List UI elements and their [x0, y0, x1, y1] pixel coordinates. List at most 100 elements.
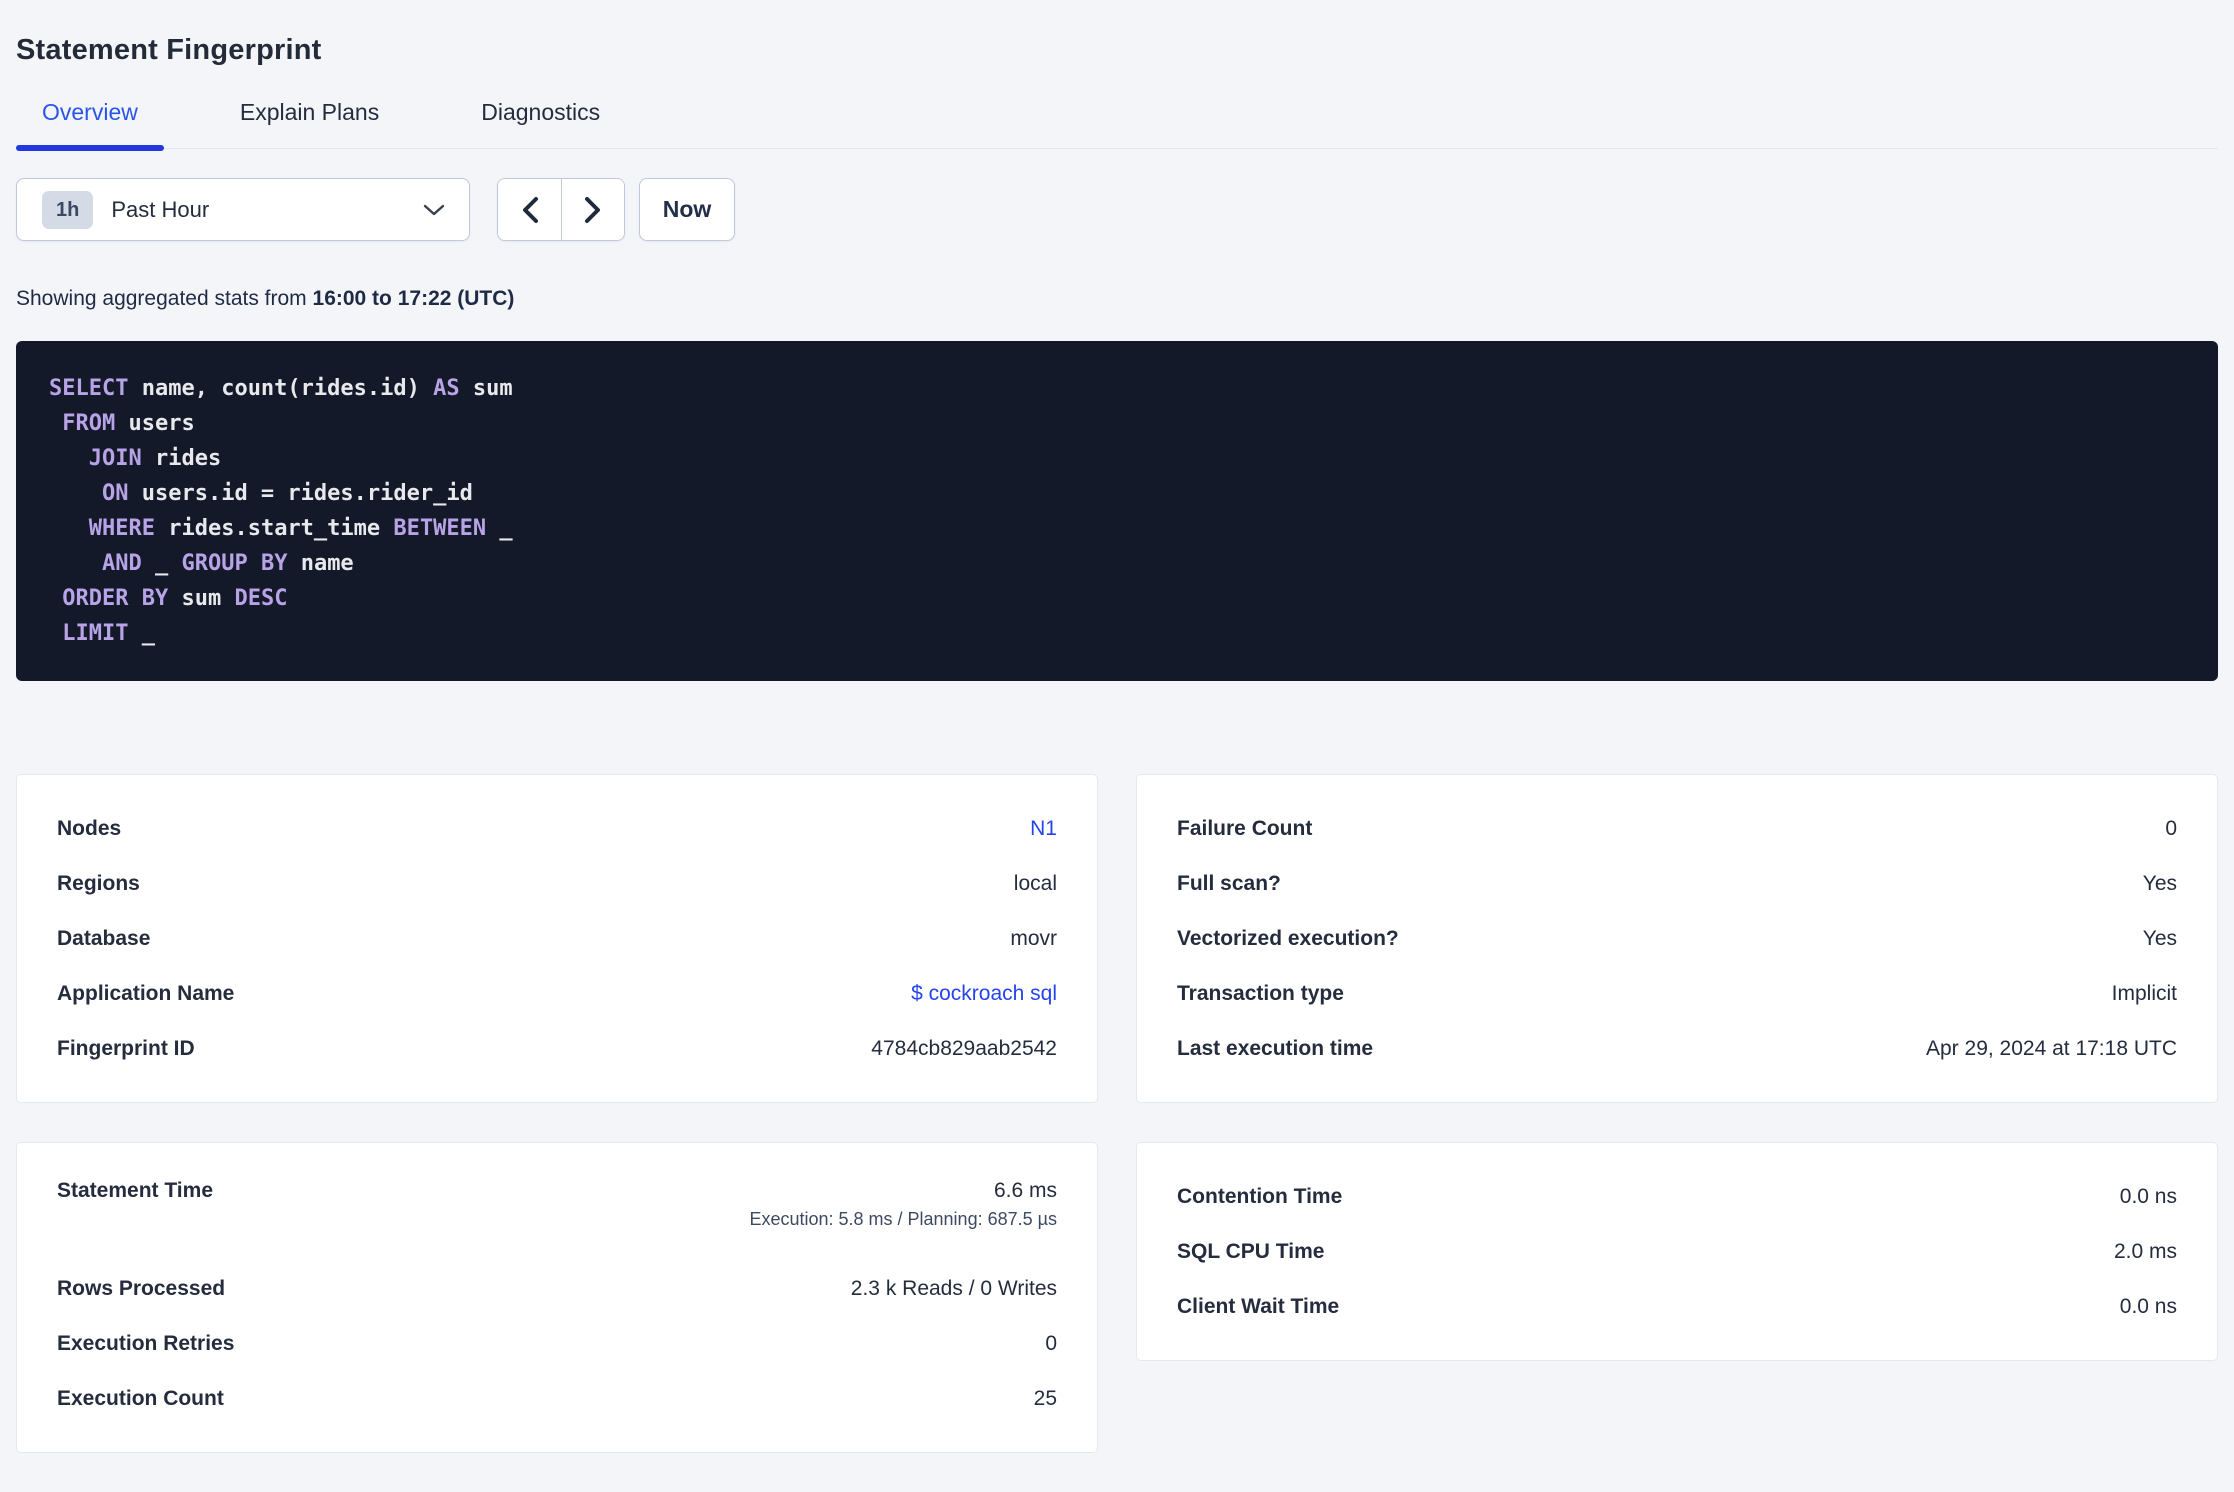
info-row: Regions local: [57, 856, 1057, 911]
row-label: Database: [57, 926, 151, 950]
statement-times-card: Statement Time 6.6 ms Execution: 5.8 ms / …: [16, 1142, 1098, 1453]
row-value-wrap: $ cockroach sql: [911, 982, 1057, 1006]
row-value-wrap: 0.0 ns: [2120, 1295, 2177, 1319]
subtitle-prefix: Showing aggregated stats from: [16, 287, 307, 310]
row-label: Application Name: [57, 981, 235, 1005]
row-value: 4784cb829aab2542: [871, 1036, 1057, 1060]
info-row: Statement Time 6.6 ms Execution: 5.8 ms / …: [57, 1169, 1057, 1261]
row-value-wrap: 2.0 ms: [2114, 1240, 2177, 1264]
row-value-wrap: Apr 29, 2024 at 17:18 UTC: [1926, 1037, 2177, 1061]
row-label: Full scan?: [1177, 871, 1281, 895]
time-range-badge: 1h: [42, 190, 94, 229]
previous-time-button[interactable]: [498, 179, 561, 240]
page-title: Statement Fingerprint: [16, 34, 322, 66]
row-value: 0.0 ns: [2119, 1294, 2177, 1318]
info-row: Application Name $ cockroach sql: [57, 966, 1057, 1021]
chevron-right-icon: [584, 196, 602, 224]
info-row: Fingerprint ID 4784cb829aab2542: [57, 1021, 1057, 1076]
tab-diagnostics[interactable]: Diagnostics: [455, 99, 626, 148]
now-button[interactable]: Now: [639, 178, 735, 241]
info-row: Rows Processed 2.3 k Reads / 0 Writes: [57, 1261, 1057, 1316]
row-value: local: [1013, 871, 1057, 895]
row-value: 0.0 ns: [2119, 1184, 2177, 1208]
next-time-button[interactable]: [561, 179, 624, 240]
row-value: Implicit: [2111, 981, 2177, 1005]
row-value: 2.0 ms: [2113, 1239, 2177, 1263]
sql-line: FROM users: [62, 411, 195, 436]
row-label: Statement Time: [57, 1179, 213, 1202]
row-label: Regions: [57, 871, 140, 895]
row-value-wrap: 0.0 ns: [2120, 1185, 2177, 1209]
sql-line: SELECT name, count(rides.id) AS sum: [49, 376, 513, 401]
info-row: Execution Retries 0: [57, 1316, 1057, 1371]
row-value: 25: [1033, 1386, 1057, 1410]
row-value: Yes: [2142, 926, 2177, 950]
row-value-link[interactable]: N1: [1030, 817, 1057, 841]
time-range-label: Past Hour: [111, 196, 210, 222]
sql-line: LIMIT _: [62, 621, 155, 646]
row-value-wrap: 0: [1045, 1332, 1057, 1356]
sql-code: SELECT name, count(rides.id) AS sum FROM…: [49, 371, 2185, 651]
info-row: Last execution time Apr 29, 2024 at 17:18…: [1177, 1021, 2177, 1076]
row-value-wrap: Yes: [2143, 927, 2177, 951]
row-label: Fingerprint ID: [57, 1036, 195, 1060]
row-value: 0: [2165, 816, 2177, 840]
row-value-wrap: movr: [1010, 927, 1057, 951]
row-value-link[interactable]: $ cockroach sql: [911, 982, 1057, 1006]
tab-overview[interactable]: Overview: [16, 99, 164, 151]
sql-line: JOIN rides: [88, 446, 222, 471]
row-label: Execution Count: [57, 1386, 224, 1410]
sql-line: ORDER BY sum DESC: [62, 586, 288, 611]
statement-details-card: Nodes N1 Regions local Database movr Applicati…: [16, 774, 1098, 1103]
row-label: Last execution time: [1177, 1036, 1374, 1060]
chevron-down-icon: [423, 203, 445, 217]
info-row: Contention Time 0.0 ns: [1177, 1169, 2177, 1224]
row-label: Execution Retries: [57, 1331, 235, 1355]
row-label: SQL CPU Time: [1177, 1239, 1325, 1263]
time-controls: 1h Past Hour Now: [16, 178, 2218, 241]
info-row: Database movr: [57, 911, 1057, 966]
row-label: Contention Time: [1177, 1184, 1343, 1208]
info-row: Execution Count 25: [57, 1371, 1057, 1426]
row-value: Yes: [2142, 871, 2177, 895]
row-value: 0: [1045, 1331, 1057, 1355]
info-row: Full scan? Yes: [1177, 856, 2177, 911]
info-row: Nodes N1: [57, 801, 1057, 856]
row-value-wrap: Implicit: [2112, 982, 2177, 1006]
sql-line: ON users.id = rides.rider_id: [101, 481, 473, 506]
row-subvalue: Execution: 5.8 ms / Planning: 687.5 µs: [749, 1209, 1057, 1229]
sql-line: WHERE rides.start_time BETWEEN _: [88, 516, 513, 541]
row-value-wrap: 6.6 ms Execution: 5.8 ms / Planning: 687.…: [749, 1179, 1057, 1230]
row-value-wrap: 2.3 k Reads / 0 Writes: [851, 1277, 1057, 1301]
row-value: 6.6 ms: [993, 1179, 1057, 1202]
info-row: Transaction type Implicit: [1177, 966, 2177, 1021]
row-value-wrap: 0: [2165, 817, 2177, 841]
info-row: Vectorized execution? Yes: [1177, 911, 2177, 966]
row-value-wrap: local: [1014, 872, 1057, 896]
time-step-buttons: [497, 178, 625, 241]
row-value-wrap: N1: [1030, 817, 1057, 841]
chevron-left-icon: [521, 196, 539, 224]
row-label: Nodes: [57, 816, 122, 840]
row-label: Rows Processed: [57, 1276, 226, 1300]
row-value: 2.3 k Reads / 0 Writes: [850, 1276, 1057, 1300]
sql-line: AND _ GROUP BY name: [101, 551, 354, 576]
row-value-wrap: Yes: [2143, 872, 2177, 896]
row-label: Client Wait Time: [1177, 1294, 1340, 1318]
subtitle-time-range: 16:00 to 17:22 (UTC): [312, 287, 515, 310]
info-row: Failure Count 0: [1177, 801, 2177, 856]
time-range-dropdown[interactable]: 1h Past Hour: [16, 178, 470, 241]
info-row: SQL CPU Time 2.0 ms: [1177, 1224, 2177, 1279]
summary-cards: Nodes N1 Regions local Database movr Applicati…: [16, 774, 2218, 1453]
row-value: movr: [1010, 926, 1057, 950]
wait-times-card: Contention Time 0.0 ns SQL CPU Time 2.0 ms C…: [1136, 1142, 2218, 1361]
sql-statement-box: SELECT name, count(rides.id) AS sum FROM…: [16, 341, 2218, 681]
aggregated-stats-subtitle: Showing aggregated stats from 16:00 to 1…: [16, 287, 2218, 311]
row-value: Apr 29, 2024 at 17:18 UTC: [1926, 1036, 2177, 1060]
row-value-wrap: 4784cb829aab2542: [871, 1037, 1057, 1061]
tab-explain-plans[interactable]: Explain Plans: [214, 99, 405, 148]
row-label: Vectorized execution?: [1177, 926, 1399, 950]
row-value-wrap: 25: [1034, 1387, 1057, 1411]
tab-bar: Overview Explain Plans Diagnostics: [16, 99, 2218, 151]
info-row: Client Wait Time 0.0 ns: [1177, 1279, 2177, 1334]
